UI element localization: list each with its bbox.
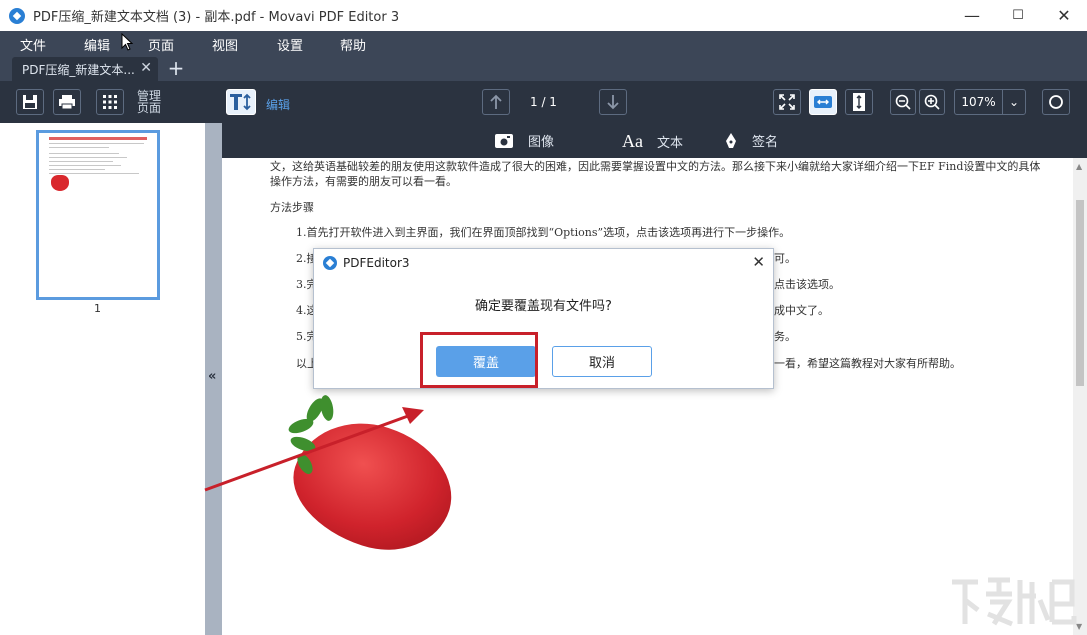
- vertical-scrollbar[interactable]: ▲ ▼: [1073, 158, 1087, 635]
- print-button[interactable]: [53, 89, 81, 115]
- document-tab[interactable]: PDF压缩_新建文本... ✕: [12, 57, 158, 81]
- thumbnail-highlight-line: [49, 137, 147, 140]
- fit-width-button[interactable]: [809, 89, 837, 115]
- signature-button[interactable]: 签名: [724, 131, 778, 150]
- zoom-select[interactable]: 107% ⌄: [954, 89, 1026, 115]
- double-chevron-left-icon: «: [208, 369, 217, 384]
- menu-settings[interactable]: 设置: [277, 35, 303, 54]
- fit-height-icon: [853, 93, 865, 111]
- prev-page-button[interactable]: [482, 89, 510, 115]
- doc-text-line: 一看，希望这篇教程对大家有所帮助。: [774, 357, 961, 370]
- zoom-in-icon: [924, 94, 940, 110]
- edit-text-button[interactable]: [226, 89, 256, 115]
- save-icon: [23, 95, 37, 109]
- chevron-down-icon: ⌄: [1008, 95, 1020, 109]
- tab-close-icon[interactable]: ✕: [140, 60, 152, 76]
- zoom-value: 107%: [955, 90, 1003, 114]
- cancel-button[interactable]: 取消: [552, 346, 652, 377]
- maximize-button[interactable]: ☐: [995, 0, 1041, 31]
- doc-text-line: 点击该选项。: [774, 278, 840, 291]
- thumbnail-text-line: [49, 157, 127, 158]
- menu-help[interactable]: 帮助: [340, 35, 366, 54]
- watermark-logo: [952, 577, 1077, 627]
- menu-view[interactable]: 视图: [212, 35, 238, 54]
- highlight-box: [420, 332, 538, 388]
- thumbnail-strawberry-image: [51, 175, 69, 191]
- mouse-cursor-icon: [121, 33, 134, 51]
- next-page-button[interactable]: [599, 89, 627, 115]
- dialog-message: 确定要覆盖现有文件吗?: [475, 299, 612, 314]
- add-tab-icon[interactable]: +: [164, 58, 188, 79]
- page-indicator: 1 / 1: [530, 95, 557, 109]
- fit-width-icon: [814, 96, 832, 108]
- dialog-title-bar: PDFEditor3 ✕: [314, 249, 773, 276]
- app-logo-icon: [9, 7, 25, 24]
- fit-page-button[interactable]: [773, 89, 801, 115]
- search-button[interactable]: [1042, 89, 1070, 115]
- menu-page[interactable]: 页面: [148, 35, 174, 54]
- thumbnail-text-line: [49, 173, 139, 174]
- scrollbar-thumb[interactable]: [1076, 200, 1084, 386]
- print-icon: [59, 95, 75, 110]
- insert-text-button[interactable]: Aa 文本: [622, 131, 683, 152]
- scroll-up-icon[interactable]: ▲: [1076, 162, 1082, 171]
- thumbnail-text-line: [49, 153, 119, 154]
- text-edit-icon: [230, 93, 251, 111]
- dialog-close-icon[interactable]: ✕: [752, 253, 765, 271]
- menu-edit[interactable]: 编辑: [84, 35, 110, 54]
- edit-label: 编辑: [266, 98, 291, 112]
- doc-text-line: 务。: [774, 330, 796, 343]
- document-tab-label: PDF压缩_新建文本...: [22, 62, 135, 77]
- thumbnail-text-line: [49, 169, 105, 170]
- thumbnail-text-line: [49, 165, 121, 166]
- manage-pages-button[interactable]: [96, 89, 124, 115]
- pen-nib-icon: [726, 132, 736, 148]
- signature-label: 签名: [752, 135, 779, 150]
- grid-icon: [103, 95, 117, 109]
- save-button[interactable]: [16, 89, 44, 115]
- fit-height-button[interactable]: [845, 89, 873, 115]
- dialog-title: PDFEditor3: [343, 255, 410, 270]
- arrow-down-icon: [607, 95, 619, 110]
- insert-image-button[interactable]: 图像: [494, 131, 554, 150]
- edit-subtoolbar: 图像 Aa 文本 签名: [222, 123, 1087, 158]
- zoom-in-button[interactable]: [919, 89, 945, 115]
- thumbnail-text-line: [49, 147, 109, 148]
- menu-file[interactable]: 文件: [20, 35, 46, 54]
- zoom-out-icon: [895, 94, 911, 110]
- search-icon: [1049, 95, 1063, 109]
- page-thumbnail[interactable]: [36, 130, 160, 300]
- insert-text-label: 文本: [657, 136, 684, 151]
- menu-bar: 文件 编辑 页面 视图 设置 帮助: [0, 31, 1087, 55]
- window-title: PDF压缩_新建文本文档 (3) - 副本.pdf - Movavi PDF E…: [33, 10, 400, 25]
- tab-bar: PDF压缩_新建文本... ✕ +: [0, 55, 1087, 81]
- image-icon: [495, 133, 513, 148]
- title-bar: PDF压缩_新建文本文档 (3) - 副本.pdf - Movavi PDF E…: [0, 0, 1087, 31]
- document-view[interactable]: 文，这给英语基础较差的朋友使用这款软件造成了很大的困难，因此需要掌握设置中文的方…: [222, 158, 1073, 635]
- main-toolbar: 管理 页面 编辑 1 / 1 107% ⌄: [0, 81, 1087, 123]
- fit-page-icon: [779, 94, 795, 110]
- minimize-button[interactable]: —: [949, 0, 995, 31]
- close-button[interactable]: ✕: [1041, 0, 1087, 31]
- thumbnail-text-line: [49, 143, 144, 144]
- thumbnail-panel: 1: [0, 123, 205, 635]
- doc-text-line: 成中文了。: [774, 304, 829, 317]
- thumbnail-page-number: 1: [94, 302, 101, 315]
- panel-collapse-bar[interactable]: «: [205, 123, 222, 635]
- dialog-app-logo-icon: [323, 255, 337, 270]
- strawberry-leaf: [318, 394, 336, 422]
- thumbnail-text-line: [49, 161, 113, 162]
- arrow-up-icon: [490, 94, 502, 109]
- overwrite-dialog: PDFEditor3 ✕ 确定要覆盖现有文件吗? 覆盖 取消: [313, 248, 774, 389]
- insert-image-label: 图像: [528, 135, 555, 150]
- zoom-out-button[interactable]: [890, 89, 916, 115]
- manage-pages-label-2: 页面: [137, 101, 162, 115]
- text-font-icon: Aa: [622, 131, 643, 151]
- doc-text-line: 可。: [774, 252, 796, 265]
- strawberry-leaf: [286, 415, 316, 437]
